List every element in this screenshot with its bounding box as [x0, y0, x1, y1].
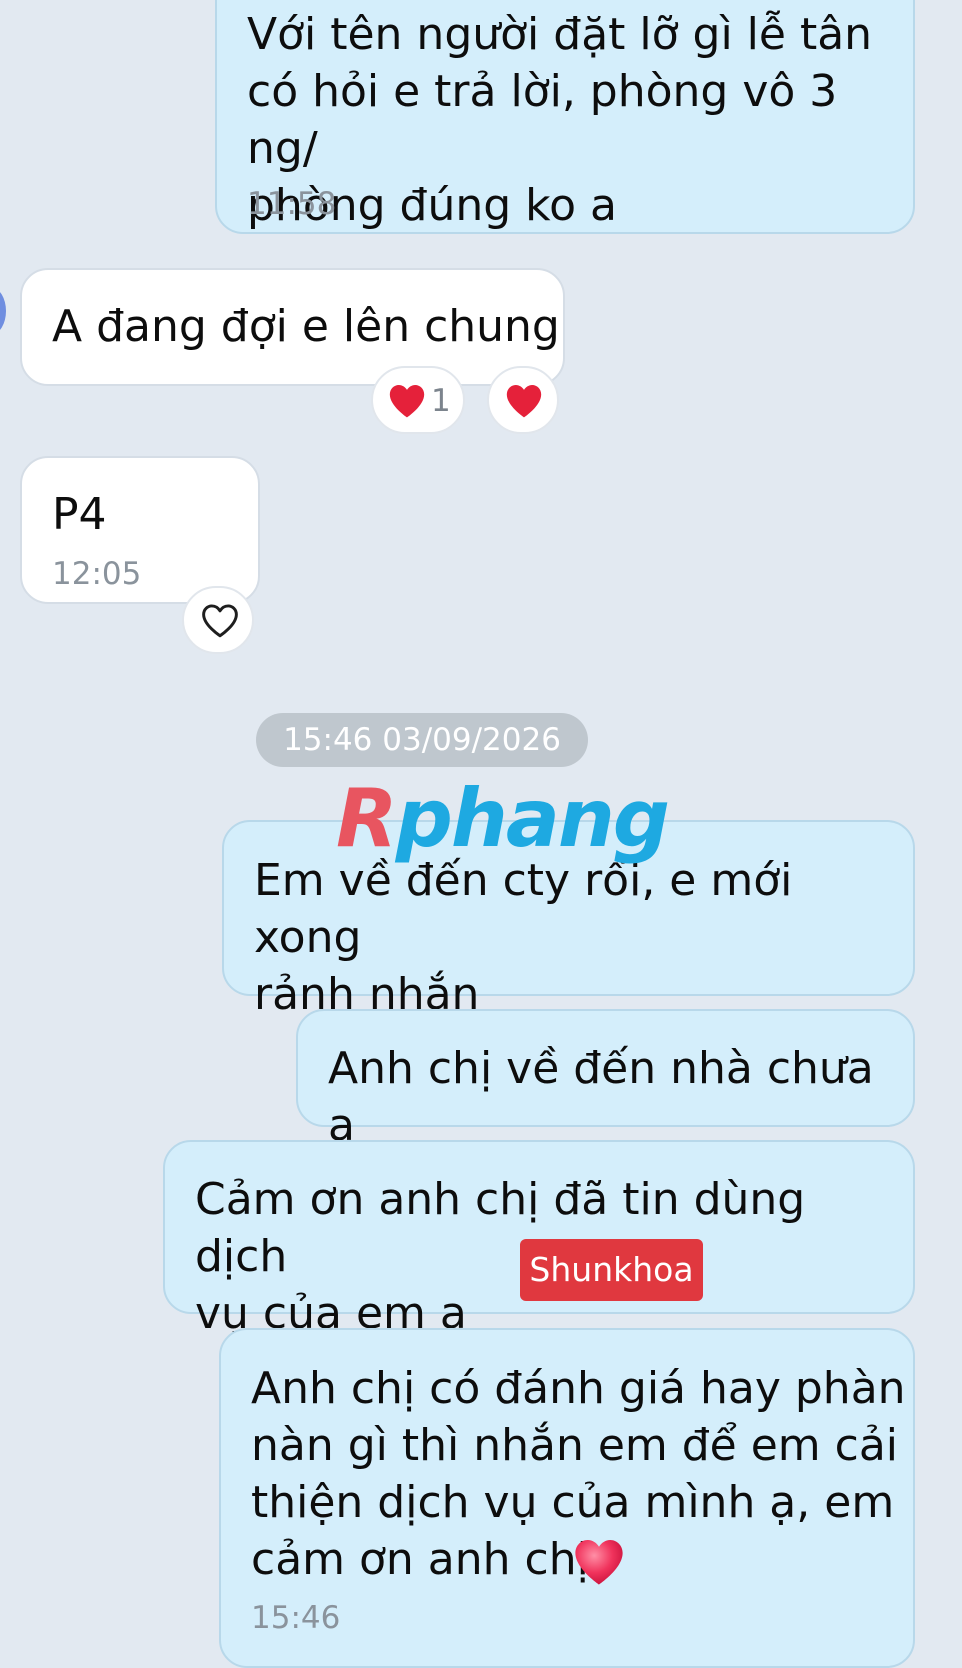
watermark-logo: Rphang: [336, 772, 670, 865]
message-time: 11:58: [247, 186, 337, 222]
heart-icon: [506, 384, 542, 418]
message-bubble-outgoing[interactable]: Anh chị về đến nhà chưa ạ: [296, 1009, 915, 1151]
message-text: Em về đến cty rồi, e mới xong rảnh nhắn: [254, 855, 793, 1020]
message-time: 15:46: [251, 1600, 341, 1636]
user-tag-label: Shunkhoa: [520, 1239, 703, 1301]
message-text: P4: [52, 489, 107, 540]
message-bubble-outgoing[interactable]: Với tên người đặt lỡ gì lễ tân có hỏi e …: [215, 0, 915, 234]
message-time: 12:05: [52, 556, 142, 592]
message-bubble-incoming[interactable]: P4 12:05: [20, 456, 260, 604]
heart-emoji-icon: [575, 1539, 623, 1585]
react-heart-button[interactable]: [487, 366, 559, 434]
message-bubble-outgoing[interactable]: Anh chị có đánh giá hay phàn nàn gì thì …: [219, 1328, 915, 1668]
heart-icon: [389, 384, 425, 418]
reaction-summary[interactable]: 1: [371, 366, 465, 434]
message-text: A đang đợi e lên chung: [52, 301, 560, 352]
heart-outline-icon: [202, 604, 238, 638]
message-text: Với tên người đặt lỡ gì lễ tân có hỏi e …: [247, 9, 873, 231]
date-separator: 15:46 03/09/2026: [256, 713, 588, 767]
message-text: Anh chị về đến nhà chưa ạ: [328, 1043, 874, 1151]
reaction-count: 1: [431, 383, 451, 419]
avatar[interactable]: [0, 288, 6, 334]
message-bubble-incoming[interactable]: A đang đợi e lên chung: [20, 268, 565, 386]
react-heart-button[interactable]: [182, 586, 254, 654]
